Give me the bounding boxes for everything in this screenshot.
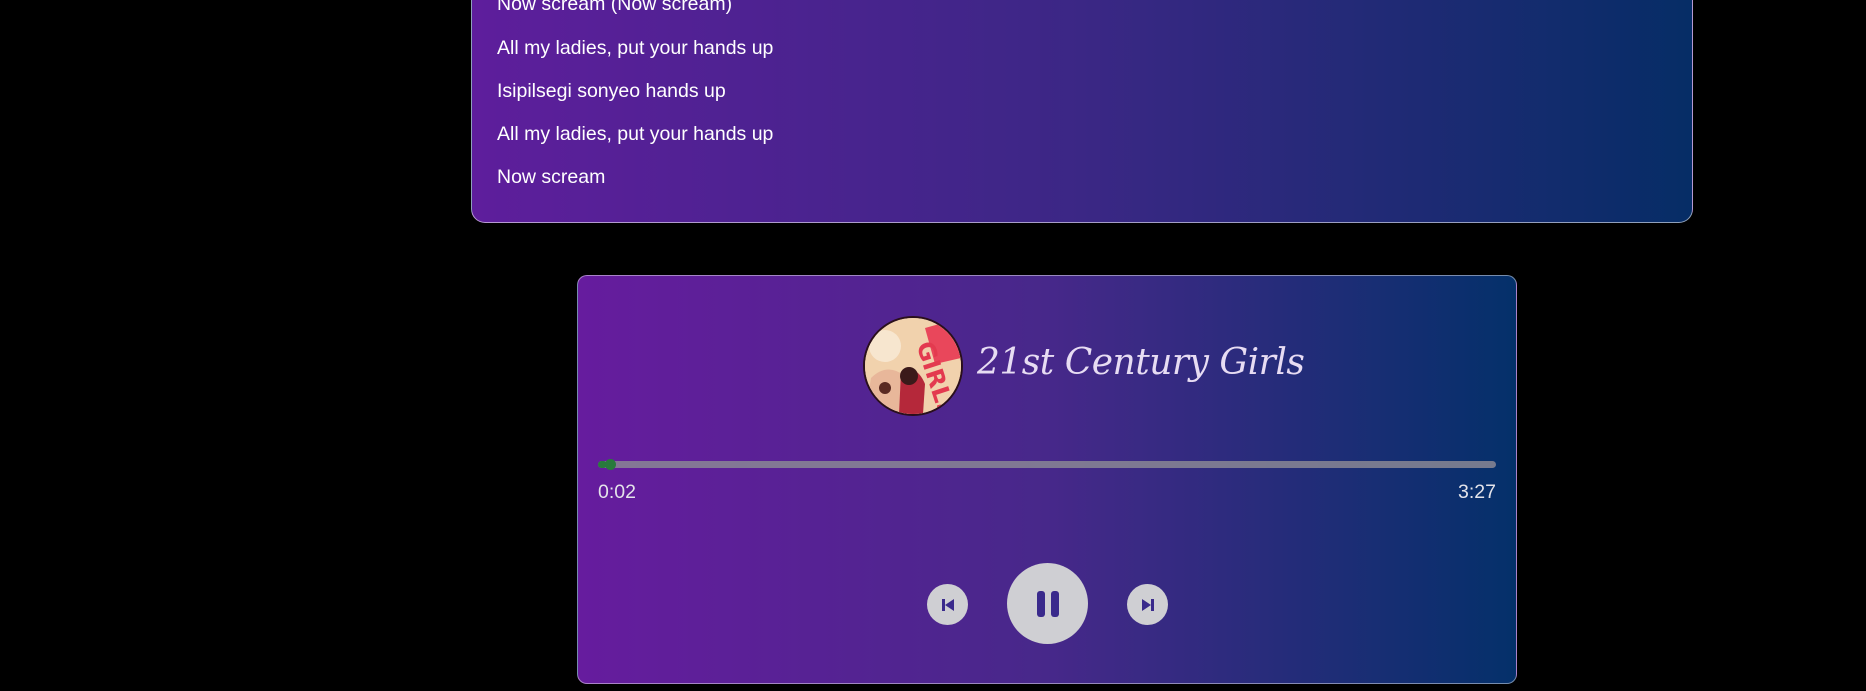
- skip-next-icon: [1141, 598, 1154, 611]
- lyric-line: Now scream (Now scream): [497, 0, 733, 15]
- progress-bar[interactable]: [598, 459, 1496, 470]
- play-pause-button[interactable]: [1007, 563, 1088, 644]
- lyrics-panel: Now scream (Now scream) All my ladies, p…: [471, 0, 1693, 223]
- progress-handle[interactable]: [604, 459, 616, 470]
- pause-icon: [1036, 590, 1059, 617]
- music-player: GIRLS 21st Century Girls 0:02 3:27: [577, 275, 1517, 684]
- lyric-line: Now scream: [497, 166, 606, 188]
- album-cover: GIRLS: [863, 316, 963, 416]
- lyric-line: All my ladies, put your hands up: [497, 123, 774, 145]
- previous-button[interactable]: [927, 584, 968, 625]
- total-time: 3:27: [1458, 481, 1496, 503]
- lyric-line: All my ladies, put your hands up: [497, 37, 774, 59]
- track-title: 21st Century Girls: [977, 342, 1305, 383]
- current-time: 0:02: [598, 481, 636, 503]
- next-button[interactable]: [1127, 584, 1168, 625]
- skip-previous-icon: [941, 598, 954, 611]
- lyric-line: Isipilsegi sonyeo hands up: [497, 80, 726, 102]
